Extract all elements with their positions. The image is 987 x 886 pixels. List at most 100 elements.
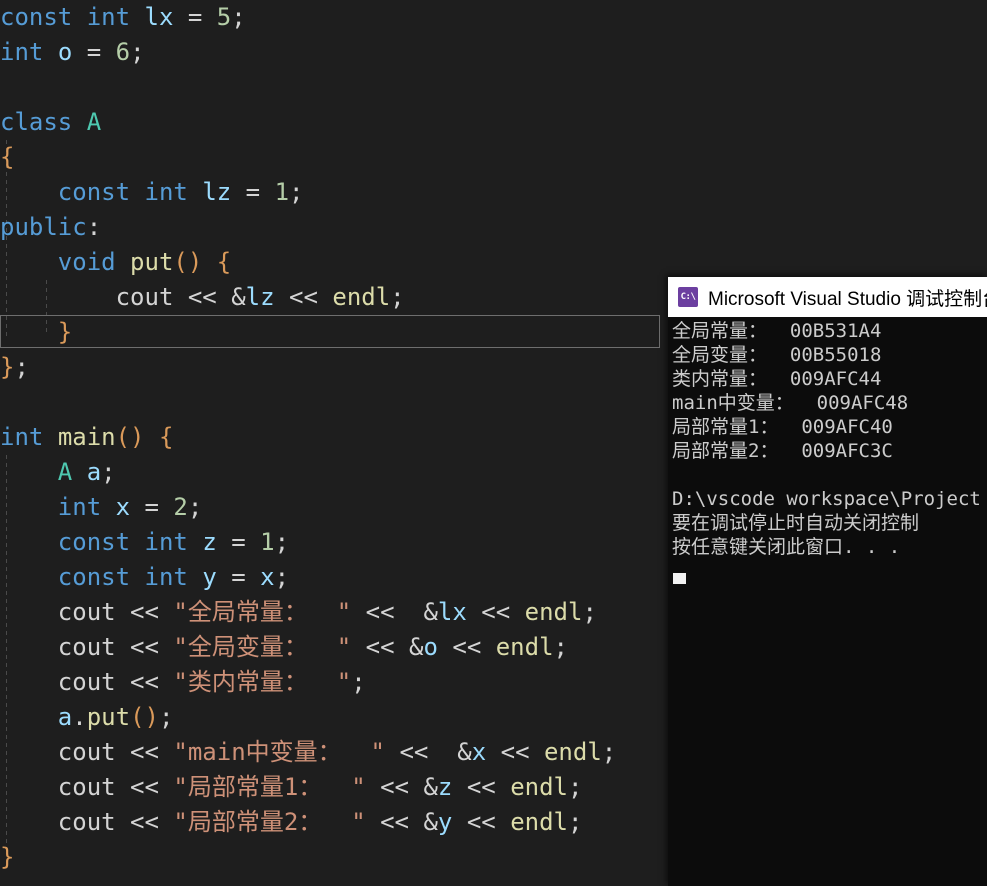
console-app-icon: C:\ bbox=[678, 287, 698, 307]
code-token: = bbox=[72, 38, 116, 66]
code-token: y bbox=[437, 808, 453, 836]
code-token: << bbox=[130, 808, 159, 836]
code-token: << bbox=[466, 808, 496, 836]
code-token: << bbox=[452, 633, 482, 661]
code-token: lz bbox=[245, 283, 275, 311]
code-token: = bbox=[130, 493, 174, 521]
code-token: { bbox=[216, 248, 232, 276]
code-token: "局部常量2： " bbox=[173, 808, 366, 836]
code-line[interactable]: public: bbox=[0, 210, 987, 245]
console-window[interactable]: C:\ Microsoft Visual Studio 调试控制台 全局常量： … bbox=[668, 277, 987, 886]
code-token: () bbox=[115, 423, 145, 451]
console-line: 全局变量： 00B55018 bbox=[672, 344, 882, 366]
code-line[interactable]: const int lz = 1; bbox=[0, 175, 987, 210]
code-token: ; bbox=[130, 38, 145, 66]
code-token: endl bbox=[524, 598, 583, 626]
code-token: cout bbox=[57, 738, 116, 766]
code-token: 2 bbox=[173, 493, 188, 521]
code-line[interactable]: class A bbox=[0, 105, 987, 140]
code-line[interactable]: const int lx = 5; bbox=[0, 0, 987, 35]
code-token: = bbox=[216, 563, 261, 591]
code-token: = bbox=[216, 528, 261, 556]
code-line[interactable]: int o = 6; bbox=[0, 35, 987, 70]
code-token: ; bbox=[274, 563, 290, 591]
code-token: int bbox=[0, 38, 44, 66]
code-token: int bbox=[144, 178, 188, 206]
code-token: endl bbox=[510, 773, 568, 801]
code-token: ; bbox=[14, 353, 29, 381]
code-line[interactable]: { bbox=[0, 140, 987, 175]
code-token: cout bbox=[57, 633, 116, 661]
code-token: = bbox=[231, 178, 275, 206]
code-token: << bbox=[500, 738, 530, 766]
code-token: void bbox=[57, 248, 116, 276]
code-token: main bbox=[57, 423, 116, 451]
code-token: A bbox=[86, 108, 102, 136]
code-token: << bbox=[380, 773, 410, 801]
code-token: ; bbox=[187, 493, 203, 521]
code-token: . bbox=[72, 703, 87, 731]
code-token: << bbox=[466, 773, 496, 801]
code-token: "局部常量1： " bbox=[173, 773, 366, 801]
console-output[interactable]: 全局常量： 00B531A4 全局变量： 00B55018 类内常量： 009AFC… bbox=[668, 317, 987, 886]
code-line[interactable]: void put() { bbox=[0, 245, 987, 280]
code-token: << bbox=[187, 283, 217, 311]
code-token: = bbox=[173, 3, 217, 31]
code-token: "全局常量： " bbox=[173, 598, 352, 626]
code-token: x bbox=[260, 563, 275, 591]
code-token: { bbox=[158, 423, 174, 451]
code-token: & bbox=[231, 283, 246, 311]
code-token: lx bbox=[144, 3, 174, 31]
code-token: } bbox=[0, 353, 15, 381]
code-token: } bbox=[57, 318, 73, 346]
code-token: () bbox=[130, 703, 159, 731]
code-token: A bbox=[57, 458, 73, 486]
code-token: a bbox=[57, 703, 73, 731]
console-line: 局部常量2： 009AFC3C bbox=[672, 440, 893, 462]
code-token: () bbox=[173, 248, 203, 276]
code-line[interactable] bbox=[0, 70, 987, 105]
code-token: int bbox=[0, 423, 44, 451]
code-token: ; bbox=[553, 633, 568, 661]
code-token: ; bbox=[101, 458, 116, 486]
code-token: ; bbox=[231, 3, 246, 31]
code-token: put bbox=[86, 703, 131, 731]
code-token: endl bbox=[495, 633, 554, 661]
code-token: << bbox=[399, 738, 429, 766]
code-token: ; bbox=[567, 773, 583, 801]
console-line: 类内常量： 009AFC44 bbox=[672, 368, 882, 390]
console-titlebar[interactable]: C:\ Microsoft Visual Studio 调试控制台 bbox=[668, 277, 987, 317]
